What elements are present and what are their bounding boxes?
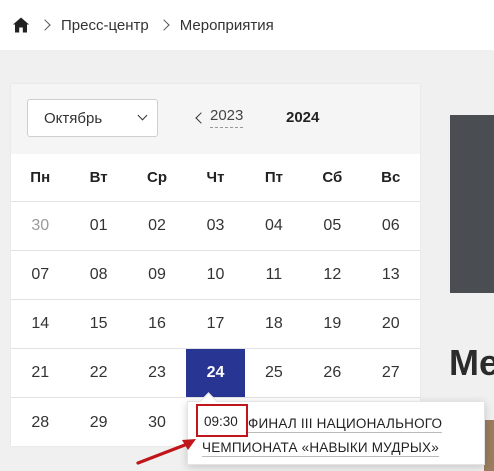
weekday-tue: Вт	[89, 169, 108, 186]
breadcrumb-bar: Пресс-центр Мероприятия	[0, 0, 494, 50]
calendar-day[interactable]: 29	[69, 398, 127, 447]
calendar-day[interactable]: 14	[11, 300, 69, 348]
annotation-arrow-icon	[136, 439, 196, 465]
calendar-day[interactable]: 03	[186, 202, 244, 250]
section-heading: Ме	[449, 342, 494, 383]
month-select[interactable]: Октябрь	[27, 99, 158, 137]
calendar-day[interactable]: 06	[362, 202, 420, 250]
calendar-day[interactable]: 21	[11, 349, 69, 397]
calendar-day-selected[interactable]: 24	[186, 349, 245, 397]
weekday-thu: Чт	[206, 169, 225, 186]
calendar-week: 07 08 09 10 11 12 13	[11, 251, 420, 300]
calendar-day[interactable]: 20	[362, 300, 420, 348]
calendar-day[interactable]: 08	[69, 251, 127, 299]
calendar-header: Октябрь 2023 2024	[11, 84, 420, 154]
calendar-day[interactable]: 05	[303, 202, 361, 250]
calendar-day[interactable]: 16	[128, 300, 186, 348]
chevron-left-icon	[195, 112, 207, 124]
calendar-day[interactable]: 12	[303, 251, 361, 299]
year-current: 2024	[286, 109, 320, 126]
breadcrumb-link-press-center[interactable]: Пресс-центр	[61, 17, 149, 34]
calendar-day[interactable]: 09	[128, 251, 186, 299]
calendar-day[interactable]: 17	[186, 300, 244, 348]
weekday-wed: Ср	[147, 169, 168, 186]
calendar-day[interactable]: 22	[69, 349, 127, 397]
weekday-fri: Пт	[264, 169, 283, 186]
breadcrumb-current-events: Мероприятия	[179, 16, 274, 34]
year-prev-button[interactable]	[195, 111, 207, 125]
weekday-sun: Вс	[381, 169, 401, 186]
calendar-week: 21 22 23 24 25 26 27	[11, 349, 420, 398]
calendar-day[interactable]: 19	[303, 300, 361, 348]
calendar-day[interactable]: 04	[245, 202, 303, 250]
month-select-value: Октябрь	[44, 109, 103, 127]
calendar-day[interactable]: 02	[128, 202, 186, 250]
featured-image	[450, 115, 494, 293]
calendar-day[interactable]: 26	[303, 349, 361, 397]
calendar-day[interactable]: 28	[11, 398, 69, 447]
year-prev-link[interactable]: 2023	[210, 107, 244, 128]
weekday-sat: Сб	[322, 169, 343, 186]
chevron-down-icon	[137, 110, 148, 121]
calendar-day[interactable]: 10	[186, 251, 244, 299]
calendar-day[interactable]: 23	[128, 349, 186, 397]
chevron-right-icon	[39, 19, 51, 31]
chevron-right-icon	[158, 19, 170, 31]
calendar-day[interactable]: 07	[11, 251, 69, 299]
calendar-day[interactable]: 25	[245, 349, 303, 397]
calendar-week: 14 15 16 17 18 19 20	[11, 300, 420, 349]
news-thumbnail	[484, 420, 494, 471]
calendar-day[interactable]: 01	[69, 202, 127, 250]
calendar-day[interactable]: 30	[11, 202, 69, 250]
calendar-day[interactable]: 18	[245, 300, 303, 348]
calendar-day[interactable]: 11	[245, 251, 303, 299]
weekday-header-row: Пн Вт Ср Чт Пт Сб Вс	[11, 154, 420, 202]
calendar-day[interactable]: 15	[69, 300, 127, 348]
events-calendar: Октябрь 2023 2024 Пн Вт Ср Чт Пт Сб Вс 3…	[11, 84, 420, 446]
calendar-week: 30 01 02 03 04 05 06	[11, 202, 420, 251]
calendar-day[interactable]: 13	[362, 251, 420, 299]
weekday-mon: Пн	[30, 169, 51, 186]
home-icon[interactable]	[12, 16, 30, 34]
calendar-day[interactable]: 27	[362, 349, 420, 397]
